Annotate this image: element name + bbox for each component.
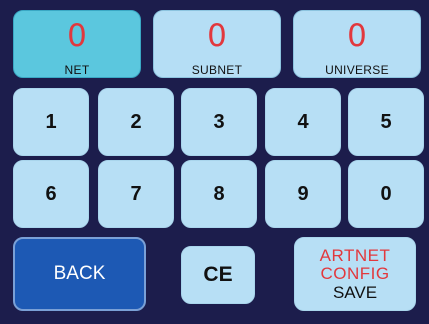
- back-button[interactable]: BACK: [13, 237, 146, 311]
- key-4[interactable]: 4: [265, 88, 341, 156]
- save-line-config: CONFIG: [320, 263, 390, 283]
- artnet-config-save-button[interactable]: ARTNET CONFIG SAVE: [294, 237, 416, 311]
- net-field[interactable]: 0 NET: [13, 10, 141, 78]
- universe-value: 0: [347, 18, 367, 54]
- subnet-value: 0: [207, 18, 227, 54]
- universe-label: UNIVERSE: [325, 63, 389, 77]
- net-value: 0: [67, 18, 87, 54]
- key-0[interactable]: 0: [348, 160, 424, 228]
- ce-button[interactable]: CE: [181, 246, 255, 304]
- key-1[interactable]: 1: [13, 88, 89, 156]
- key-6[interactable]: 6: [13, 160, 89, 228]
- save-line-artnet: ARTNET: [319, 245, 391, 265]
- subnet-label: SUBNET: [191, 63, 243, 77]
- save-line-save: SAVE: [332, 282, 378, 302]
- net-label: NET: [64, 63, 90, 77]
- universe-field[interactable]: 0 UNIVERSE: [293, 10, 421, 78]
- key-8[interactable]: 8: [181, 160, 257, 228]
- key-5[interactable]: 5: [348, 88, 424, 156]
- key-7[interactable]: 7: [98, 160, 174, 228]
- key-3[interactable]: 3: [181, 88, 257, 156]
- subnet-field[interactable]: 0 SUBNET: [153, 10, 281, 78]
- key-2[interactable]: 2: [98, 88, 174, 156]
- key-9[interactable]: 9: [265, 160, 341, 228]
